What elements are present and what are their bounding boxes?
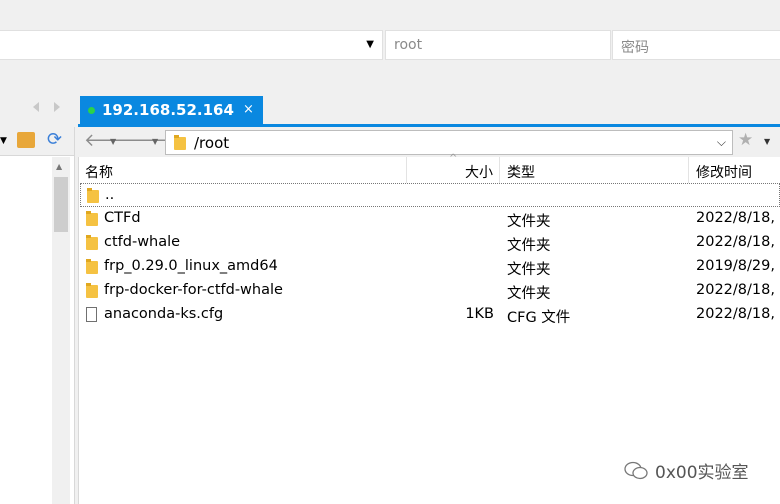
local-toolbar: ▼ ⟳	[0, 127, 74, 156]
file-modified: 2022/8/18,	[696, 234, 775, 250]
folder-icon	[86, 235, 99, 250]
chevron-down-icon[interactable]: ⌵	[717, 135, 726, 150]
tab-label: 192.168.52.164	[102, 101, 234, 119]
file-size: 1KB	[465, 306, 494, 322]
wechat-icon	[624, 461, 648, 480]
file-modified: 2022/8/18,	[696, 306, 775, 322]
column-header-type[interactable]: 类型	[500, 157, 689, 183]
column-header-type-label: 类型	[507, 165, 535, 181]
folder-icon	[86, 259, 99, 274]
file-type: 文件夹	[507, 262, 551, 278]
refresh-icon[interactable]: ⟳	[47, 129, 62, 150]
folder-icon	[87, 188, 100, 203]
forward-dropdown-icon[interactable]: ▼	[152, 137, 158, 146]
path-value: /root	[194, 134, 230, 152]
back-dropdown-icon[interactable]: ▼	[110, 137, 116, 146]
file-modified: 2022/8/18,	[696, 282, 775, 298]
host-field[interactable]: ▼	[0, 30, 383, 60]
file-type: CFG 文件	[507, 310, 571, 326]
list-item[interactable]: frp_0.29.0_linux_amd64 文件夹 2019/8/29,	[80, 255, 780, 279]
path-input[interactable]: /root ⌵	[165, 130, 733, 155]
column-header-size-label: 大小	[465, 165, 493, 181]
column-header-modified[interactable]: 修改时间	[689, 157, 780, 183]
list-item[interactable]: ..	[80, 183, 780, 207]
connection-bar: ▼ root 密码	[0, 30, 780, 60]
bookmark-dropdown-icon[interactable]: ▼	[764, 137, 770, 146]
home-folder-icon[interactable]	[17, 132, 35, 148]
host-dropdown-icon[interactable]: ▼	[366, 39, 374, 50]
column-header-name-label: 名称	[85, 165, 113, 181]
watermark-text: 0x00实验室	[655, 463, 749, 483]
tab-scroll-left-icon[interactable]	[33, 102, 39, 112]
folder-icon	[86, 211, 99, 226]
file-type: 文件夹	[507, 286, 551, 302]
list-item[interactable]: ctfd-whale 文件夹 2022/8/18,	[80, 231, 780, 255]
folder-icon	[174, 135, 187, 150]
username-field[interactable]: root	[385, 30, 611, 60]
local-scrollbar-thumb[interactable]	[54, 177, 68, 232]
tab-session[interactable]: 192.168.52.164 ×	[80, 96, 263, 125]
list-item[interactable]: anaconda-ks.cfg 1KB CFG 文件 2022/8/18,	[80, 303, 780, 327]
password-field[interactable]: 密码	[612, 30, 780, 60]
list-item[interactable]: CTFd 文件夹 2022/8/18,	[80, 207, 780, 231]
close-icon[interactable]: ×	[243, 102, 254, 117]
folder-icon	[86, 283, 99, 298]
bookmark-star-icon[interactable]: ★	[738, 130, 753, 150]
file-name: frp-docker-for-ctfd-whale	[104, 282, 283, 298]
file-name: frp_0.29.0_linux_amd64	[104, 258, 278, 274]
file-modified: 2019/8/29,	[696, 258, 775, 274]
password-placeholder: 密码	[621, 40, 649, 56]
chevron-down-icon[interactable]: ▼	[0, 136, 7, 146]
connected-status-icon	[88, 107, 95, 114]
file-name: ctfd-whale	[104, 234, 181, 250]
column-header-modified-label: 修改时间	[696, 165, 752, 181]
tab-scroll-right-icon[interactable]	[54, 102, 60, 112]
username-placeholder: root	[394, 37, 423, 53]
list-item[interactable]: frp-docker-for-ctfd-whale 文件夹 2022/8/18,	[80, 279, 780, 303]
file-type: 文件夹	[507, 214, 551, 230]
file-name: CTFd	[104, 210, 141, 226]
file-modified: 2022/8/18,	[696, 210, 775, 226]
column-header-name[interactable]: 名称 ^	[80, 153, 457, 183]
column-header-size[interactable]: 大小	[407, 157, 500, 183]
file-name: ..	[105, 187, 115, 203]
file-type: 文件夹	[507, 238, 551, 254]
scroll-up-icon[interactable]: ▲	[56, 162, 62, 171]
